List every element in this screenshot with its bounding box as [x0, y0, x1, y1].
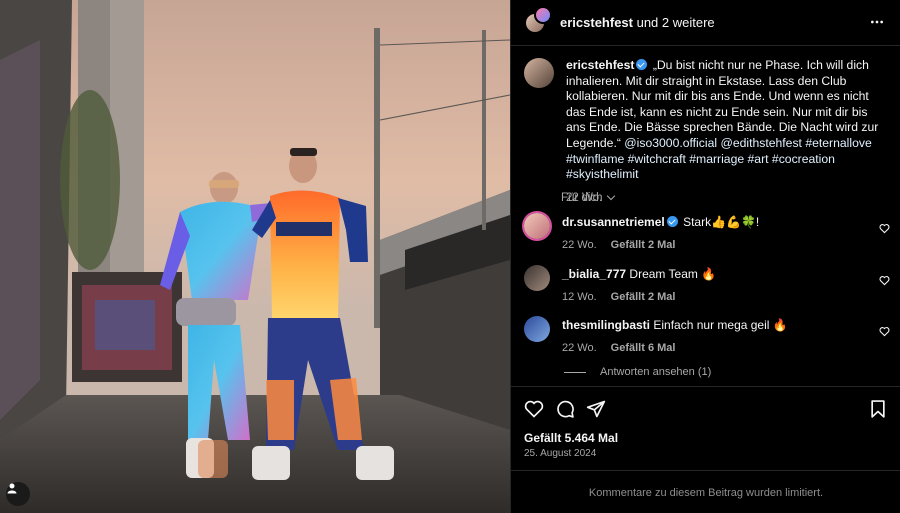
comment-text: Stark👍💪🍀!	[683, 215, 760, 229]
post-photo[interactable]	[0, 0, 510, 513]
more-horizontal-icon	[871, 20, 883, 24]
comment-age: 12 Wo.	[562, 291, 597, 303]
caption-text: ericstehfest „Du bist nicht nur ne Phase…	[566, 58, 890, 183]
replies-divider	[564, 371, 586, 373]
view-replies-button[interactable]: Antworten ansehen (1)	[564, 366, 711, 378]
comments-limited-notice: Kommentare zu diesem Beitrag wurden limi…	[511, 470, 900, 513]
comment-like-button[interactable]	[879, 221, 890, 239]
comment-body: thesmilingbasti Einfach nur mega geil 🔥 …	[562, 318, 862, 354]
comment-meta: 12 Wo. Gefällt 2 Mal	[562, 291, 862, 303]
share-icon	[586, 400, 606, 418]
post-image-illustration	[0, 0, 510, 513]
verified-badge-icon	[636, 59, 648, 70]
comment-button[interactable]	[555, 399, 575, 424]
post-author-line[interactable]: ericstehfest und 2 weitere	[560, 15, 715, 30]
comment-meta: 22 Wo. Gefällt 6 Mal	[562, 342, 862, 354]
user-icon	[7, 483, 17, 494]
comment-meta: 22 Wo. Gefällt 2 Mal	[562, 239, 862, 251]
view-replies-label: Antworten ansehen (1)	[600, 366, 712, 378]
more-options-button[interactable]	[869, 14, 885, 32]
save-button[interactable]	[868, 399, 888, 424]
comment-username[interactable]: _bialia_777	[562, 267, 626, 281]
tagged-users-button[interactable]	[6, 482, 30, 506]
comment-text: Dream Team 🔥	[629, 267, 717, 281]
post-header: ericstehfest und 2 weitere	[511, 0, 900, 46]
comment-username[interactable]: thesmilingbasti	[562, 318, 650, 332]
comment-likes[interactable]: Gefällt 2 Mal	[611, 291, 676, 303]
post-date: 25. August 2024	[524, 448, 597, 459]
bookmark-icon	[871, 400, 885, 418]
avatar[interactable]	[534, 5, 552, 24]
comment-likes[interactable]: Gefällt 2 Mal	[611, 239, 676, 251]
share-button[interactable]	[586, 399, 606, 424]
verified-badge-icon	[666, 216, 678, 227]
collab-avatars[interactable]	[524, 5, 558, 38]
mention-link[interactable]: @iso3000.official	[624, 136, 717, 150]
comment-body: _bialia_777 Dream Team 🔥 12 Wo. Gefällt 2…	[562, 267, 862, 303]
post-actions: Gefällt 5.464 Mal 25. August 2024	[511, 386, 900, 470]
comment-icon	[557, 400, 574, 418]
heart-icon	[879, 224, 890, 234]
comment-like-button[interactable]	[879, 273, 890, 291]
comment-likes[interactable]: Gefällt 6 Mal	[611, 342, 676, 354]
comment-like-button[interactable]	[879, 324, 890, 342]
caption-username[interactable]: ericstehfest	[566, 58, 634, 72]
likes-count[interactable]: Gefällt 5.464 Mal	[524, 431, 618, 445]
chevron-down-icon	[606, 191, 615, 201]
comment-username[interactable]: dr.susannetriemel	[562, 215, 665, 229]
caption-age: 22 Wo.	[566, 191, 603, 204]
avatar[interactable]	[524, 58, 554, 88]
author-username[interactable]: ericstehfest	[560, 15, 633, 30]
avatar[interactable]	[524, 265, 550, 291]
heart-icon	[524, 400, 544, 418]
comment-filter-label: Für dich	[561, 192, 603, 204]
post-side-panel: ericstehfest und 2 weitere ericstehfest …	[510, 0, 900, 513]
avatar[interactable]	[524, 316, 550, 342]
avatar[interactable]	[524, 213, 550, 239]
post-caption: ericstehfest „Du bist nicht nur ne Phase…	[524, 58, 890, 204]
comment-text: Einfach nur mega geil 🔥	[653, 318, 788, 332]
comment-age: 22 Wo.	[562, 239, 597, 251]
heart-icon	[879, 327, 890, 337]
comment-age: 22 Wo.	[562, 342, 597, 354]
like-button[interactable]	[524, 399, 544, 424]
comment-body: dr.susannetriemel Stark👍💪🍀! 22 Wo. Gefäll…	[562, 215, 862, 251]
collaborators-label[interactable]: und 2 weitere	[633, 15, 715, 30]
heart-icon	[879, 276, 890, 286]
comment-filter-dropdown[interactable]: Für dich	[561, 191, 615, 204]
